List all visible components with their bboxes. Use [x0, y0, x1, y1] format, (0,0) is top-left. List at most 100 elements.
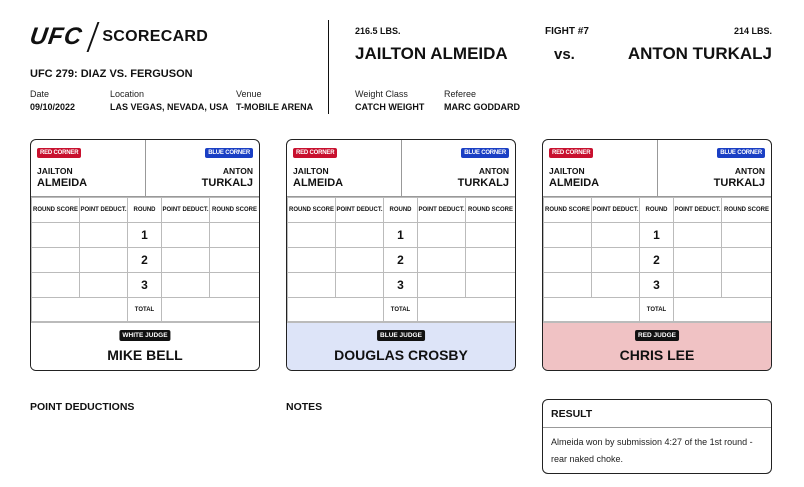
blue-deduct-cell[interactable]	[161, 272, 210, 298]
round-number: 3	[639, 272, 674, 298]
event-name: UFC 279: DIAZ VS. FERGUSON	[30, 68, 193, 80]
date-value: 09/10/2022	[30, 102, 76, 112]
blue-fighter-weight: 214 LBS.	[733, 26, 772, 36]
blue-deduct-cell[interactable]	[673, 222, 722, 248]
date-label: Date	[30, 89, 50, 99]
red-deduct-cell[interactable]	[335, 247, 384, 273]
red-score-cell[interactable]	[543, 272, 592, 298]
blue-point-deduct-header: POINT DEDUCT.	[161, 197, 210, 223]
weight-class-value: CATCH WEIGHT	[355, 102, 425, 112]
location-label: Location	[110, 89, 145, 99]
red-score-cell[interactable]	[543, 247, 592, 273]
blue-score-cell[interactable]	[209, 272, 259, 298]
blue-score-cell[interactable]	[721, 222, 771, 248]
corner-header: RED CORNER JAILTON ALMEIDA BLUE CORNER A…	[31, 140, 259, 197]
red-deduct-cell[interactable]	[79, 222, 128, 248]
score-table-header: ROUND SCORE POINT DEDUCT. ROUND POINT DE…	[543, 197, 771, 223]
red-score-cell[interactable]	[287, 272, 336, 298]
table-row: 1	[287, 222, 515, 248]
round-number: 2	[127, 247, 162, 273]
round-number: 2	[639, 247, 674, 273]
red-total-cell[interactable]	[287, 297, 384, 322]
blue-score-cell[interactable]	[209, 222, 259, 248]
blue-score-cell[interactable]	[465, 222, 515, 248]
red-score-cell[interactable]	[31, 247, 80, 273]
red-deduct-cell[interactable]	[335, 222, 384, 248]
table-row: 3	[31, 272, 259, 298]
red-point-deduct-header: POINT DEDUCT.	[79, 197, 128, 223]
blue-score-cell[interactable]	[721, 272, 771, 298]
blue-first-name: ANTON	[222, 166, 253, 176]
blue-deduct-cell[interactable]	[161, 222, 210, 248]
blue-deduct-cell[interactable]	[417, 247, 466, 273]
blue-score-cell[interactable]	[209, 247, 259, 273]
corner-divider	[145, 140, 146, 197]
red-last-name: ALMEIDA	[549, 177, 600, 189]
red-deduct-cell[interactable]	[591, 247, 640, 273]
red-score-cell[interactable]	[287, 247, 336, 273]
blue-score-cell[interactable]	[465, 247, 515, 273]
red-total-cell[interactable]	[543, 297, 640, 322]
red-point-deduct-header: POINT DEDUCT.	[335, 197, 384, 223]
red-fighter-weight: 216.5 LBS.	[355, 26, 401, 36]
blue-total-cell[interactable]	[417, 297, 515, 322]
blue-first-name: ANTON	[478, 166, 509, 176]
total-label: TOTAL	[639, 297, 674, 322]
round-header: ROUND	[127, 197, 162, 223]
red-score-cell[interactable]	[31, 222, 80, 248]
blue-score-cell[interactable]	[465, 272, 515, 298]
red-deduct-cell[interactable]	[79, 272, 128, 298]
blue-total-cell[interactable]	[673, 297, 771, 322]
red-corner-badge: RED CORNER	[37, 148, 82, 158]
total-row: TOTAL	[287, 297, 515, 322]
notes-heading: NOTES	[286, 401, 323, 413]
blue-fighter-name: ANTON TURKALJ	[627, 44, 772, 63]
red-point-deduct-header: POINT DEDUCT.	[591, 197, 640, 223]
red-score-cell[interactable]	[287, 222, 336, 248]
blue-deduct-cell[interactable]	[417, 222, 466, 248]
referee-label: Referee	[444, 89, 477, 99]
corner-divider	[401, 140, 402, 197]
blue-point-deduct-header: POINT DEDUCT.	[673, 197, 722, 223]
blue-deduct-cell[interactable]	[161, 247, 210, 273]
table-row: 1	[543, 222, 771, 248]
red-deduct-cell[interactable]	[591, 222, 640, 248]
blue-deduct-cell[interactable]	[673, 247, 722, 273]
judge-scorecard: RED CORNER JAILTON ALMEIDA BLUE CORNER A…	[30, 139, 260, 371]
judge-section: WHITE JUDGE MIKE BELL	[31, 322, 259, 370]
judge-scorecard: RED CORNER JAILTON ALMEIDA BLUE CORNER A…	[542, 139, 772, 371]
score-table: ROUND SCORE POINT DEDUCT. ROUND POINT DE…	[287, 197, 515, 322]
point-deductions-heading: POINT DEDUCTIONS	[30, 401, 135, 413]
corner-header: RED CORNER JAILTON ALMEIDA BLUE CORNER A…	[287, 140, 515, 197]
red-deduct-cell[interactable]	[335, 272, 384, 298]
blue-deduct-cell[interactable]	[417, 272, 466, 298]
red-score-cell[interactable]	[31, 272, 80, 298]
total-row: TOTAL	[543, 297, 771, 322]
red-deduct-cell[interactable]	[591, 272, 640, 298]
red-score-cell[interactable]	[543, 222, 592, 248]
table-row: 2	[543, 247, 771, 273]
judge-scorecard: RED CORNER JAILTON ALMEIDA BLUE CORNER A…	[286, 139, 516, 371]
red-round-score-header: ROUND SCORE	[543, 197, 592, 223]
blue-score-cell[interactable]	[721, 247, 771, 273]
red-last-name: ALMEIDA	[293, 177, 344, 189]
round-number: 3	[127, 272, 162, 298]
blue-last-name: TURKALJ	[201, 177, 253, 189]
red-total-cell[interactable]	[31, 297, 128, 322]
score-table: ROUND SCORE POINT DEDUCT. ROUND POINT DE…	[31, 197, 259, 322]
blue-round-score-header: ROUND SCORE	[465, 197, 515, 223]
table-row: 3	[543, 272, 771, 298]
score-table-header: ROUND SCORE POINT DEDUCT. ROUND POINT DE…	[287, 197, 515, 223]
red-round-score-header: ROUND SCORE	[31, 197, 80, 223]
table-row: 3	[287, 272, 515, 298]
header-divider	[328, 20, 329, 114]
judge-tag: WHITE JUDGE	[119, 330, 171, 341]
total-row: TOTAL	[31, 297, 259, 322]
blue-deduct-cell[interactable]	[673, 272, 722, 298]
judge-name: CHRIS LEE	[619, 347, 695, 363]
red-deduct-cell[interactable]	[79, 247, 128, 273]
blue-total-cell[interactable]	[161, 297, 259, 322]
total-label: TOTAL	[127, 297, 162, 322]
blue-round-score-header: ROUND SCORE	[721, 197, 771, 223]
judge-section: RED JUDGE CHRIS LEE	[543, 322, 771, 370]
